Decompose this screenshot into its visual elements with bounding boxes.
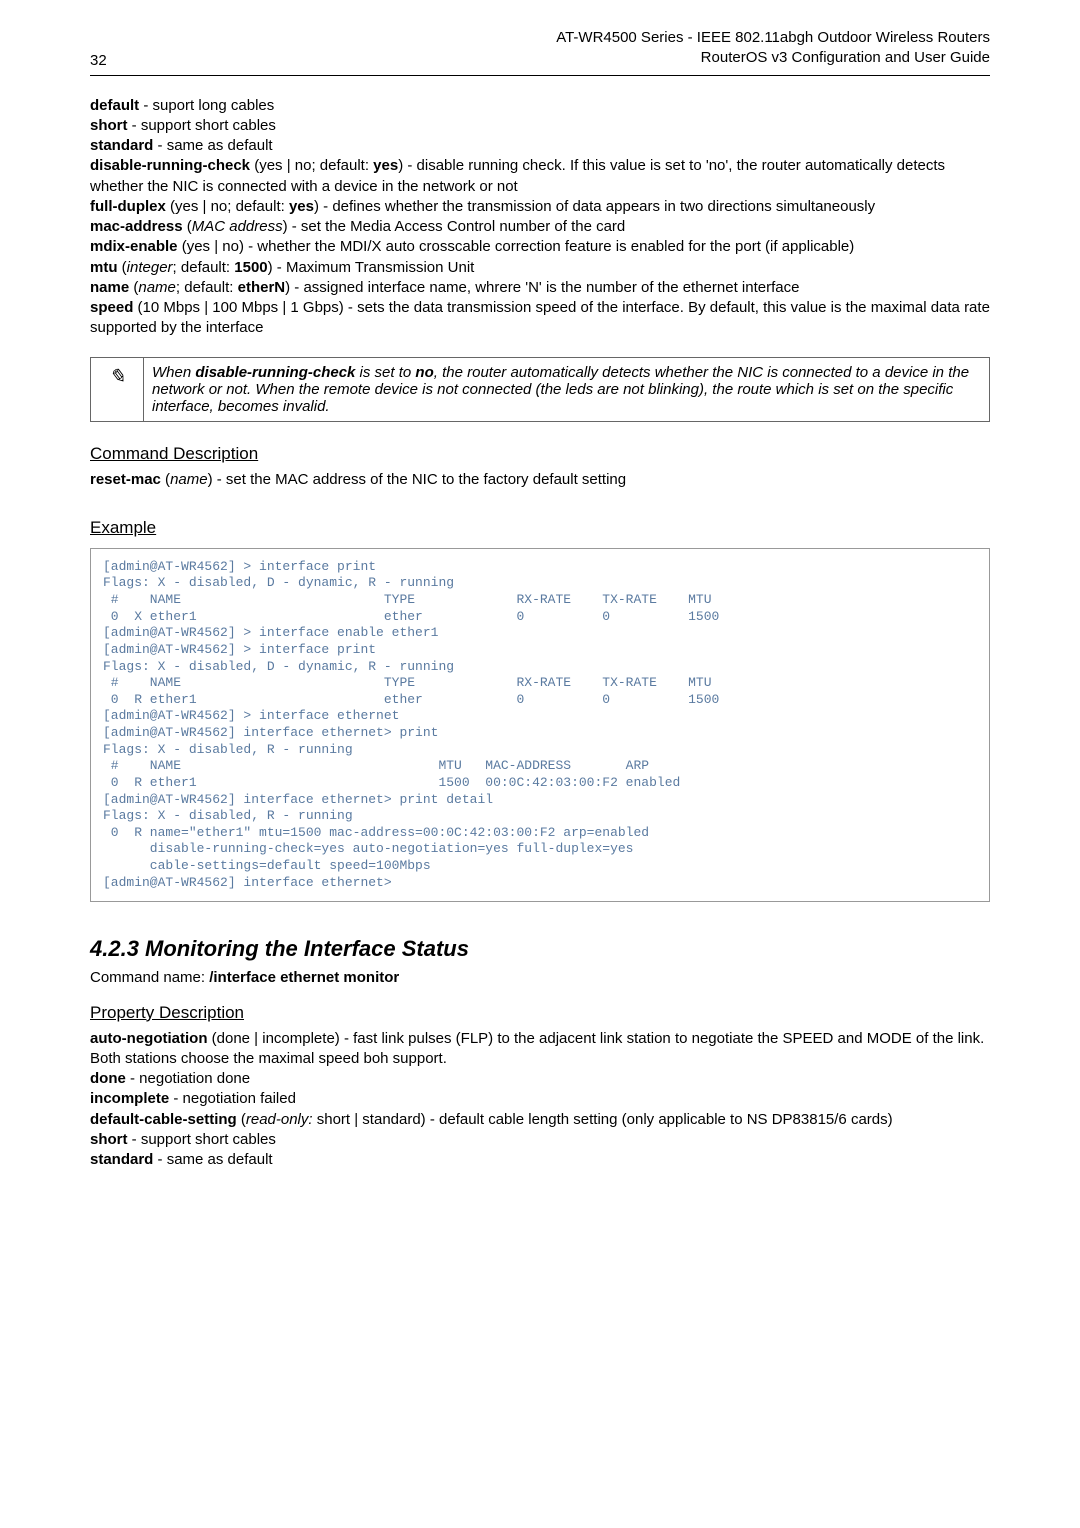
note-icon: ✎ (91, 357, 144, 421)
example-code: [admin@AT-WR4562] > interface print Flag… (90, 548, 990, 903)
prop-mtu-mid: ; default: (173, 259, 235, 276)
prop-short-text: - support short cables (128, 117, 276, 134)
prop-name-default: etherN (238, 279, 286, 296)
prop-mtu-label: mtu (90, 259, 118, 276)
prop-mtu-default: 1500 (234, 259, 267, 276)
prop-dcs-pre: ( (237, 1111, 246, 1128)
prop-done-label: done (90, 1070, 126, 1087)
prop-mdix-text: (yes | no) - whether the MDI/X auto cros… (178, 238, 855, 255)
header-divider (90, 75, 990, 76)
resetmac-pre: ( (161, 471, 170, 488)
prop-done-text: - negotiation done (126, 1070, 250, 1087)
page-header: 32 AT-WR4500 Series - IEEE 802.11abgh Ou… (90, 28, 990, 69)
prop-name-type: name (138, 279, 176, 296)
resetmac-text: ) - set the MAC address of the NIC to th… (208, 471, 627, 488)
command-description-body: reset-mac (name) - set the MAC address o… (90, 470, 990, 490)
note-box: ✎ When disable-running-check is set to n… (90, 357, 990, 422)
prop-dcs-text: short | standard) - default cable length… (313, 1111, 893, 1128)
prop-name-text: ) - assigned interface name, whrere 'N' … (285, 279, 799, 296)
note-text: When disable-running-check is set to no,… (144, 357, 990, 421)
prop-name-pre: ( (129, 279, 138, 296)
note-b1: disable-running-check (195, 364, 355, 381)
prop-mac-pre: ( (183, 218, 192, 235)
prop-fd-default: yes (289, 198, 314, 215)
prop-standard-text: - same as default (153, 137, 272, 154)
prop-inc-text: - negotiation failed (169, 1090, 296, 1107)
prop-standard-label: standard (90, 137, 153, 154)
page-number: 32 (90, 52, 107, 69)
command-description-heading: Command Description (90, 444, 990, 464)
doc-title-line1: AT-WR4500 Series - IEEE 802.11abgh Outdo… (556, 29, 990, 46)
prop-mac-type: MAC address (192, 218, 283, 235)
prop-fd-text: ) - defines whether the transmission of … (314, 198, 875, 215)
prop-fd-pre: (yes | no; default: (166, 198, 289, 215)
prop-dcs-type: read-only: (246, 1111, 313, 1128)
prop-drc-label: disable-running-check (90, 157, 250, 174)
doc-title: AT-WR4500 Series - IEEE 802.11abgh Outdo… (556, 28, 990, 69)
property-list-1: default - suport long cables short - sup… (90, 96, 990, 339)
resetmac-label: reset-mac (90, 471, 161, 488)
property-list-2: auto-negotiation (done | incomplete) - f… (90, 1029, 990, 1171)
prop-name-label: name (90, 279, 129, 296)
prop-speed-text: (10 Mbps | 100 Mbps | 1 Gbps) - sets the… (90, 299, 990, 336)
prop-mac-label: mac-address (90, 218, 183, 235)
prop-an-label: auto-negotiation (90, 1030, 207, 1047)
section-4-2-3-cmd: Command name: /interface ethernet monito… (90, 968, 990, 988)
note-pre: When (152, 364, 195, 381)
prop-short2-label: short (90, 1131, 128, 1148)
note-b2: no (415, 364, 433, 381)
resetmac-type: name (170, 471, 208, 488)
prop-std2-text: - same as default (153, 1151, 272, 1168)
example-heading: Example (90, 518, 990, 538)
prop-speed-label: speed (90, 299, 133, 316)
prop-drc-default: yes (373, 157, 398, 174)
property-description-heading: Property Description (90, 1003, 990, 1023)
prop-mtu-type: integer (127, 259, 173, 276)
cmd-name-pre: Command name: (90, 969, 209, 986)
cmd-name: /interface ethernet monitor (209, 969, 399, 986)
prop-name-mid: ; default: (176, 279, 238, 296)
note-mid1: is set to (355, 364, 415, 381)
prop-an-text: (done | incomplete) - fast link pulses (… (90, 1030, 984, 1067)
prop-default-label: default (90, 97, 139, 114)
prop-mdix-label: mdix-enable (90, 238, 178, 255)
section-4-2-3-title: 4.2.3 Monitoring the Interface Status (90, 936, 990, 962)
prop-mtu-text: ) - Maximum Transmission Unit (268, 259, 475, 276)
page-container: 32 AT-WR4500 Series - IEEE 802.11abgh Ou… (0, 0, 1080, 1210)
prop-fd-label: full-duplex (90, 198, 166, 215)
prop-drc-pre: (yes | no; default: (250, 157, 373, 174)
prop-short-label: short (90, 117, 128, 134)
prop-default-text: - suport long cables (139, 97, 274, 114)
prop-short2-text: - support short cables (128, 1131, 276, 1148)
prop-mac-text: ) - set the Media Access Control number … (283, 218, 626, 235)
prop-std2-label: standard (90, 1151, 153, 1168)
prop-inc-label: incomplete (90, 1090, 169, 1107)
prop-dcs-label: default-cable-setting (90, 1111, 237, 1128)
prop-mtu-pre: ( (118, 259, 127, 276)
doc-title-line2: RouterOS v3 Configuration and User Guide (701, 49, 990, 66)
